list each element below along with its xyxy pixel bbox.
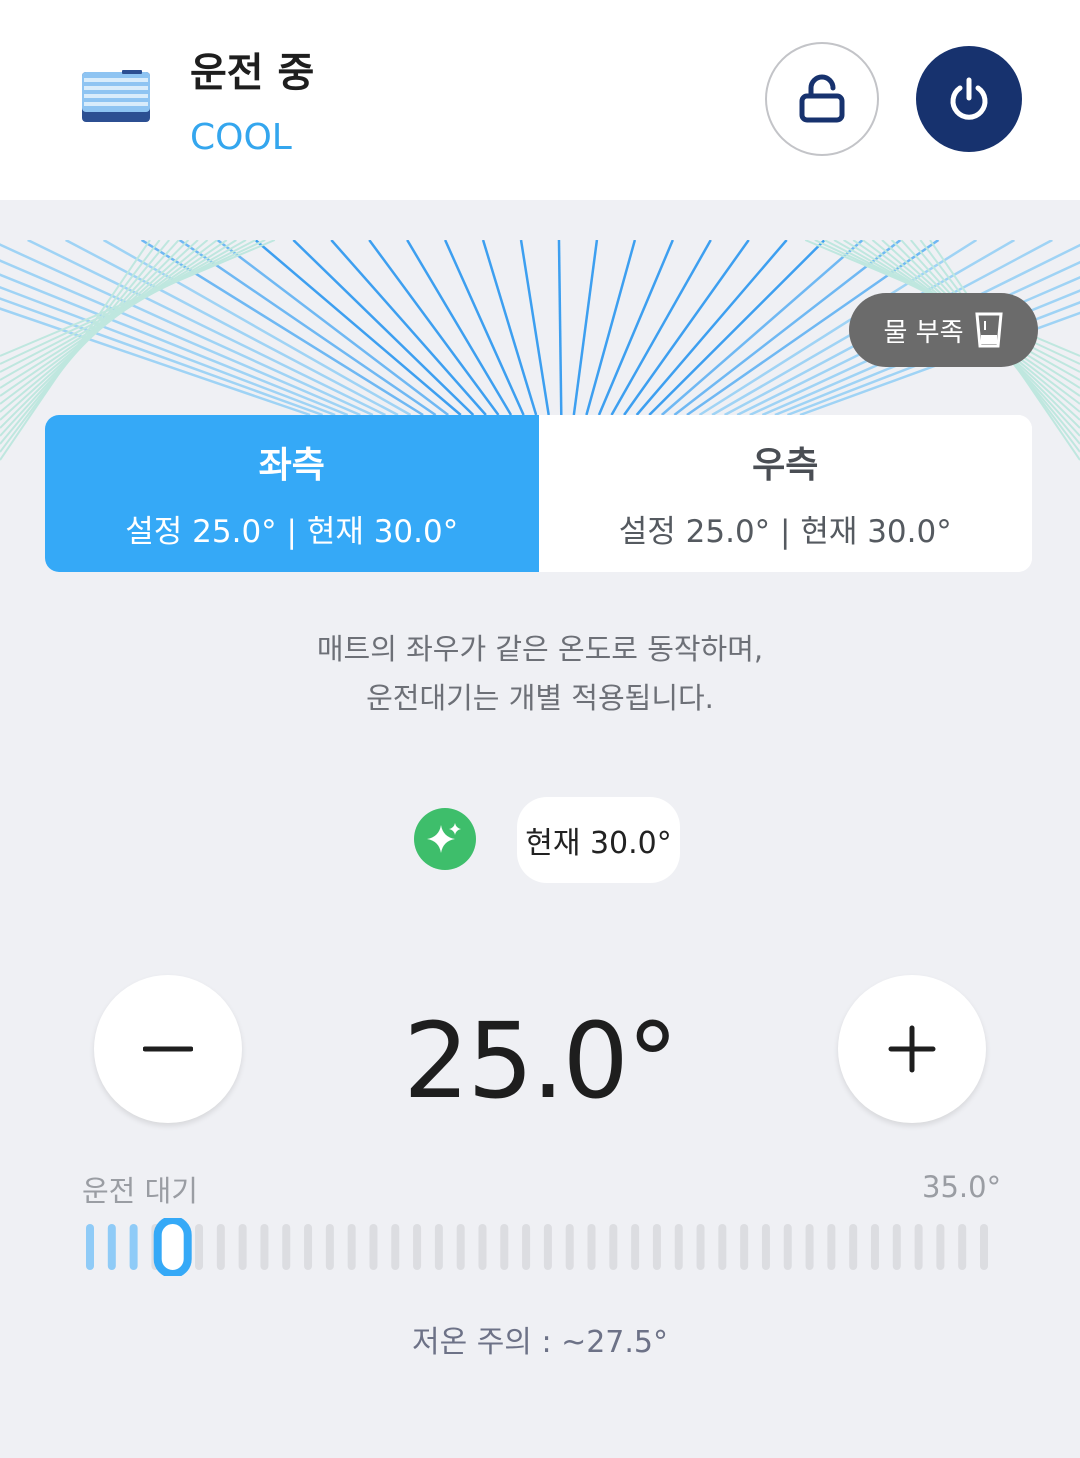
status-title: 운전 중 <box>190 50 315 96</box>
slider-tick <box>522 1224 531 1270</box>
slider-tick <box>216 1224 225 1270</box>
slider-tick <box>609 1224 618 1270</box>
slider-tick <box>543 1224 552 1270</box>
slider-tick <box>980 1224 988 1270</box>
water-shortage-badge[interactable]: 물 부족 <box>849 293 1038 367</box>
slider-tick <box>783 1224 792 1270</box>
slider-tick <box>892 1224 901 1270</box>
slider-tick <box>369 1224 378 1270</box>
decrease-button[interactable] <box>94 975 242 1123</box>
slider-tick <box>696 1224 705 1270</box>
slider-tick <box>260 1224 269 1270</box>
current-temp-pill: 현재 30.0° <box>517 797 680 883</box>
slider-tick <box>456 1224 465 1270</box>
header: 운전 중 COOL <box>0 0 1080 200</box>
side-tabs: 좌측 설정 25.0° | 현재 30.0° 우측 설정 25.0° | 현재 … <box>45 415 1032 572</box>
slider-tick <box>740 1224 749 1270</box>
slider-tick <box>304 1224 313 1270</box>
increase-button[interactable] <box>838 975 986 1123</box>
main-panel: 물 부족 좌측 설정 25.0° | 현재 30.0° 우측 설정 25.0° … <box>0 200 1080 1458</box>
slider-tick <box>914 1224 923 1270</box>
power-button[interactable] <box>916 46 1022 152</box>
slider-tick <box>325 1224 334 1270</box>
slider-tick <box>238 1224 247 1270</box>
slider-tick <box>870 1224 879 1270</box>
slider-tick <box>282 1224 291 1270</box>
slider-min-label: 운전 대기 <box>82 1174 198 1208</box>
slider-tick <box>674 1224 683 1270</box>
slider-knob[interactable] <box>153 1218 192 1276</box>
lock-button[interactable] <box>765 42 879 156</box>
info-line-2: 운전대기는 개별 적용됩니다. <box>366 681 714 715</box>
slider-tick <box>761 1224 770 1270</box>
mode-label: COOL <box>190 117 292 158</box>
slider-tick <box>195 1224 204 1270</box>
tab-right-detail: 설정 25.0° | 현재 30.0° <box>618 514 952 550</box>
slider-tick <box>718 1224 727 1270</box>
slider-tick <box>936 1224 945 1270</box>
plus-icon <box>888 1025 936 1073</box>
slider-max-label: 35.0° <box>922 1170 1002 1204</box>
slider-tick <box>391 1224 400 1270</box>
slider-tick <box>86 1224 94 1270</box>
set-temperature: 25.0° <box>403 1000 679 1122</box>
tab-left[interactable]: 좌측 설정 25.0° | 현재 30.0° <box>45 415 539 572</box>
tab-right-name: 우측 <box>752 445 819 486</box>
info-text: 매트의 좌우가 같은 온도로 동작하며, 운전대기는 개별 적용됩니다. <box>0 625 1080 723</box>
slider-tick <box>958 1224 967 1270</box>
water-badge-label: 물 부족 <box>883 317 964 348</box>
slider-tick <box>587 1224 596 1270</box>
slider-tick <box>805 1224 814 1270</box>
ai-sparkle-icon[interactable] <box>414 808 476 870</box>
minus-icon <box>143 1046 193 1052</box>
mat-device-icon <box>82 70 150 122</box>
unlock-icon <box>799 74 845 123</box>
slider-tick <box>478 1224 487 1270</box>
slider-tick <box>500 1224 509 1270</box>
slider-tick <box>827 1224 836 1270</box>
slider-tick <box>413 1224 422 1270</box>
slider-tick <box>129 1224 138 1270</box>
tab-left-detail: 설정 25.0° | 현재 30.0° <box>125 514 459 550</box>
slider-tick <box>652 1224 661 1270</box>
tab-right[interactable]: 우측 설정 25.0° | 현재 30.0° <box>538 415 1032 572</box>
slider-tick <box>107 1224 116 1270</box>
power-icon <box>950 77 988 120</box>
low-temp-warning: 저온 주의 : ~27.5° <box>411 1325 669 1360</box>
slider-tick <box>849 1224 858 1270</box>
tab-left-name: 좌측 <box>258 445 325 486</box>
water-cup-icon <box>974 312 1003 348</box>
slider-tick <box>565 1224 574 1270</box>
slider-tick <box>631 1224 640 1270</box>
slider-tick <box>347 1224 356 1270</box>
temperature-slider[interactable] <box>84 1218 990 1276</box>
info-line-1: 매트의 좌우가 같은 온도로 동작하며, <box>316 632 764 666</box>
slider-tick <box>434 1224 443 1270</box>
